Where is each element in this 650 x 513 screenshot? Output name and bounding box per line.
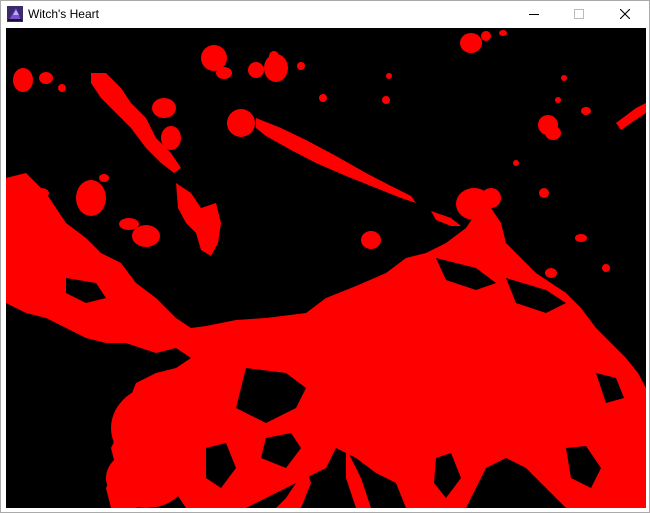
game-window: Witch's Heart	[0, 0, 650, 513]
minimize-icon	[529, 14, 539, 15]
minimize-button[interactable]	[511, 1, 557, 27]
maximize-icon	[574, 9, 584, 19]
witch-hat-app-icon[interactable]	[7, 6, 23, 22]
game-canvas[interactable]	[6, 28, 646, 508]
blood-splatter-scene	[6, 30, 646, 508]
title-bar[interactable]: Witch's Heart	[1, 1, 649, 27]
window-title: Witch's Heart	[28, 7, 99, 21]
close-button[interactable]	[602, 1, 648, 27]
close-icon	[620, 9, 630, 19]
maximize-button[interactable]	[556, 1, 602, 27]
